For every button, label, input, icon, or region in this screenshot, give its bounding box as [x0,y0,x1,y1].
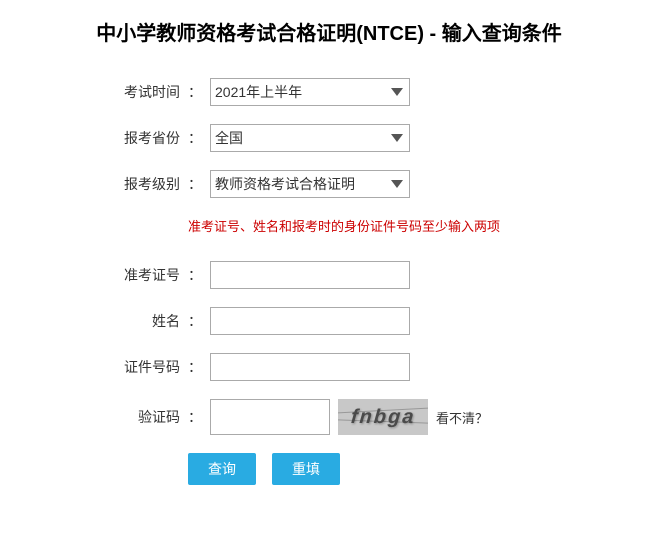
name-input[interactable] [210,307,410,335]
name-colon: ： [188,311,202,331]
category-colon: ： [188,174,202,194]
captcha-display-text: fnbga [350,406,416,429]
exam-number-colon: ： [188,265,202,285]
captcha-colon: ： [188,407,202,427]
exam-number-row: 准考证号 ： [100,261,618,289]
exam-time-row: 考试时间 ： 2021年上半年 2020年下半年 2020年上半年 [100,78,618,106]
reset-button[interactable]: 重填 [272,453,340,485]
exam-number-label: 准考证号 [100,265,180,285]
button-row: 查询 重填 [188,453,618,485]
province-row: 报考省份 ： 全国 北京 上海 广东 [100,124,618,152]
captcha-row: 验证码 ： fnbga 看不清？ [100,399,618,435]
error-row: 准考证号、姓名和报考时的身份证件号码至少输入两项 [188,216,618,249]
query-button[interactable]: 查询 [188,453,256,485]
page-container: 中小学教师资格考试合格证明(NTCE) - 输入查询条件 考试时间 ： 2021… [0,0,658,544]
category-select[interactable]: 教师资格考试合格证明 幼儿园 小学 初中 [210,170,410,198]
captcha-label: 验证码 [100,407,180,427]
error-message: 准考证号、姓名和报考时的身份证件号码至少输入两项 [188,216,500,235]
exam-time-colon: ： [188,82,202,102]
captcha-input[interactable] [210,399,330,435]
name-row: 姓名 ： [100,307,618,335]
name-label: 姓名 [100,311,180,331]
category-label: 报考级别 [100,174,180,194]
form-area: 考试时间 ： 2021年上半年 2020年下半年 2020年上半年 报考省份 ：… [100,78,618,485]
province-select[interactable]: 全国 北京 上海 广东 [210,124,410,152]
captcha-image[interactable]: fnbga [338,399,428,435]
exam-time-label: 考试时间 [100,82,180,102]
province-colon: ： [188,128,202,148]
id-number-input[interactable] [210,353,410,381]
id-number-colon: ： [188,357,202,377]
province-label: 报考省份 [100,128,180,148]
exam-number-input[interactable] [210,261,410,289]
id-number-row: 证件号码 ： [100,353,618,381]
captcha-reload-link[interactable]: 看不清？ [436,408,488,427]
category-row: 报考级别 ： 教师资格考试合格证明 幼儿园 小学 初中 [100,170,618,198]
page-title: 中小学教师资格考试合格证明(NTCE) - 输入查询条件 [40,20,618,48]
id-number-label: 证件号码 [100,357,180,377]
exam-time-select[interactable]: 2021年上半年 2020年下半年 2020年上半年 [210,78,410,106]
